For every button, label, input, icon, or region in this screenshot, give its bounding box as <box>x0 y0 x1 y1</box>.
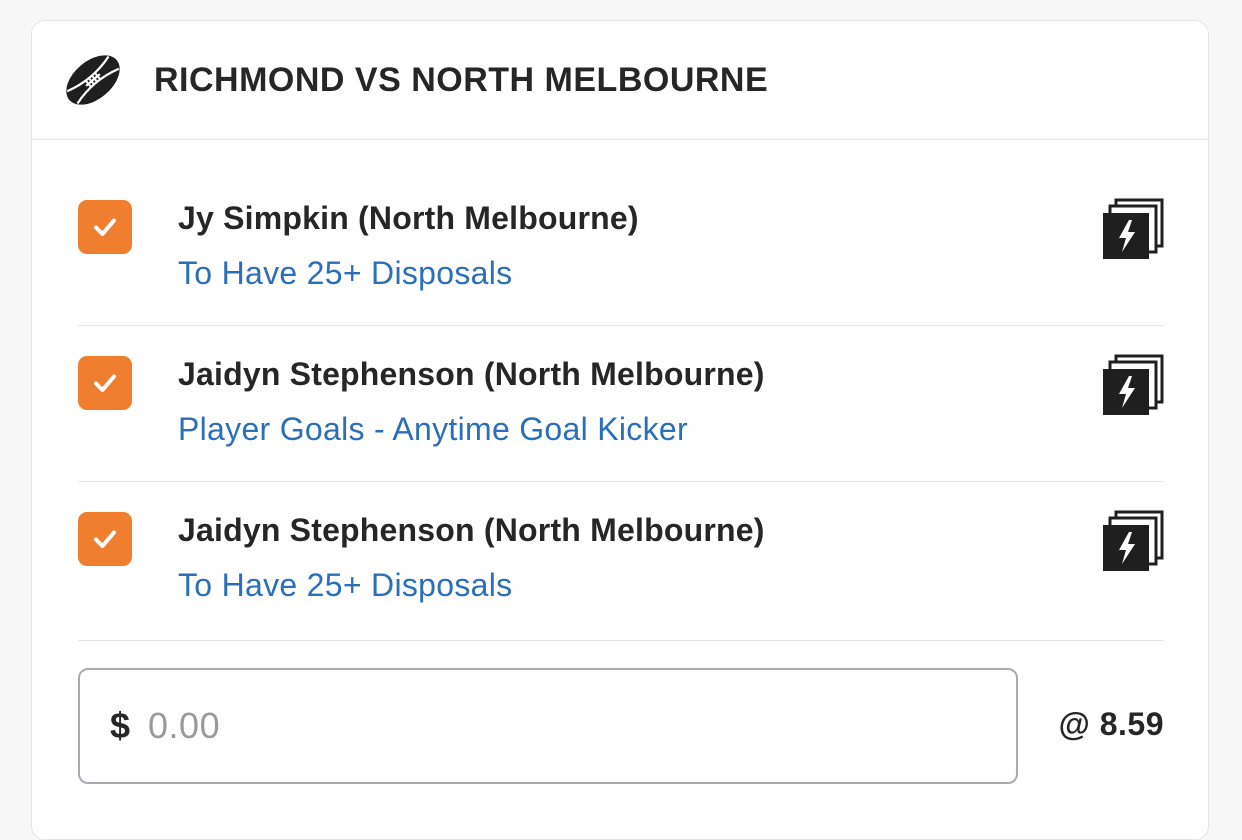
match-title: RICHMOND VS NORTH MELBOURNE <box>154 60 769 99</box>
odds-value: @ 8.59 <box>1058 706 1164 742</box>
selection-checkbox[interactable] <box>78 200 132 254</box>
player-name: Jy Simpkin (North Melbourne) <box>178 200 639 236</box>
market-link[interactable]: To Have 25+ Disposals <box>178 565 765 605</box>
selection-text: Jaidyn Stephenson (North Melbourne) To H… <box>178 510 765 605</box>
checkmark-icon <box>94 530 116 548</box>
selection-text: Jaidyn Stephenson (North Melbourne) Play… <box>178 354 765 449</box>
quick-multi-icon[interactable] <box>1102 354 1164 416</box>
currency-symbol: $ <box>110 705 131 746</box>
match-header: RICHMOND VS NORTH MELBOURNE <box>32 21 1208 140</box>
market-link[interactable]: To Have 25+ Disposals <box>178 253 639 293</box>
selection-checkbox[interactable] <box>78 512 132 566</box>
checkmark-icon <box>94 374 116 392</box>
selection-checkbox[interactable] <box>78 356 132 410</box>
checkmark-icon <box>94 218 116 236</box>
stake-field[interactable]: $ <box>78 668 1018 784</box>
quick-multi-icon[interactable] <box>1102 198 1164 260</box>
football-icon <box>62 49 124 111</box>
player-name: Jaidyn Stephenson (North Melbourne) <box>178 356 765 392</box>
selection-list: Jy Simpkin (North Melbourne) To Have 25+… <box>78 140 1164 801</box>
market-link[interactable]: Player Goals - Anytime Goal Kicker <box>178 409 765 449</box>
player-name: Jaidyn Stephenson (North Melbourne) <box>178 512 765 548</box>
stake-row: $ @ 8.59 <box>78 641 1164 801</box>
selection-row: Jaidyn Stephenson (North Melbourne) To H… <box>78 482 1164 641</box>
selection-text: Jy Simpkin (North Melbourne) To Have 25+… <box>178 198 639 293</box>
selection-row: Jy Simpkin (North Melbourne) To Have 25+… <box>78 140 1164 326</box>
stake-input[interactable] <box>148 705 849 747</box>
selection-row: Jaidyn Stephenson (North Melbourne) Play… <box>78 326 1164 482</box>
bet-card: RICHMOND VS NORTH MELBOURNE Jy Simpkin (… <box>31 20 1209 840</box>
quick-multi-icon[interactable] <box>1102 510 1164 572</box>
